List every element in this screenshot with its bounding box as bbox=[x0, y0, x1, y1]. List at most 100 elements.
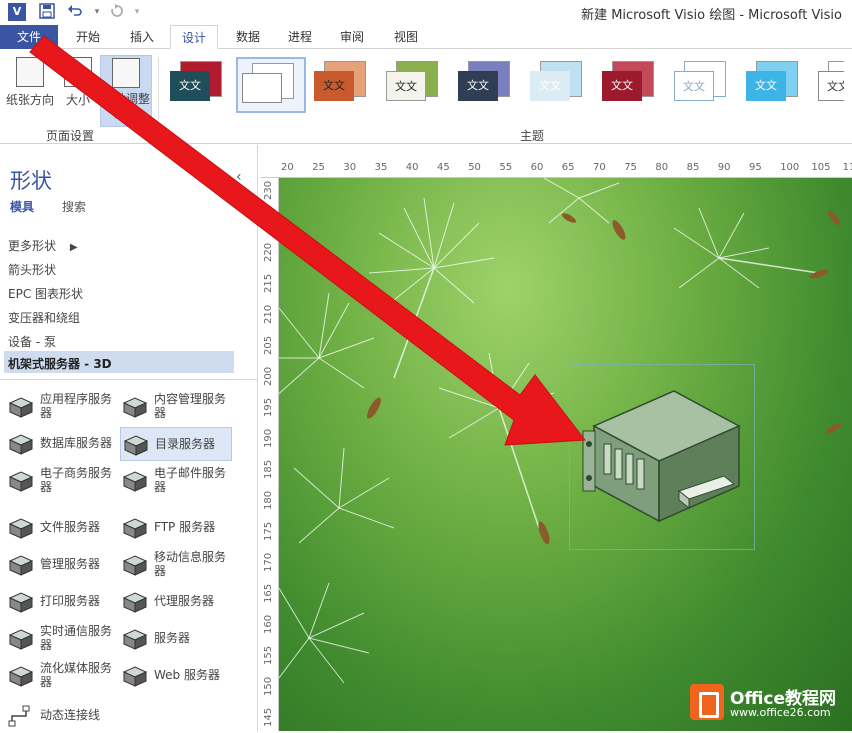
shape-label: FTP 服务器 bbox=[154, 520, 216, 534]
server-icon bbox=[8, 396, 34, 418]
theme-9[interactable]: 文文 bbox=[742, 57, 806, 113]
theme-7[interactable]: 文文 bbox=[598, 57, 662, 113]
ribbon-separator bbox=[158, 57, 159, 137]
shapes-panel: 形状 ‹ 模具 搜索 更多形状 ▶ 箭头形状 EPC 图表形状 变压器和绕组 设… bbox=[0, 145, 258, 731]
theme-5[interactable]: 文文 bbox=[454, 57, 518, 113]
ruler-tick-label: 45 bbox=[437, 162, 450, 173]
size-button[interactable]: 大小 bbox=[58, 55, 98, 119]
tab-search[interactable]: 搜索 bbox=[62, 198, 86, 215]
shape-label: 数据库服务器 bbox=[40, 436, 113, 450]
theme-1[interactable]: 文文 bbox=[166, 57, 230, 113]
shape-label: 文件服务器 bbox=[40, 520, 101, 534]
stencil-rack-servers-3d[interactable]: 机架式服务器 - 3D bbox=[8, 355, 112, 372]
theme-8[interactable]: 文文 bbox=[670, 57, 734, 113]
shape-proxy-server[interactable]: 代理服务器 bbox=[120, 585, 232, 619]
shape-dynamic-connector[interactable]: 动态连接线 bbox=[6, 699, 118, 733]
ruler-tick-label: 205 bbox=[263, 335, 274, 355]
shape-streaming-media-server[interactable]: 流化媒体服务器 bbox=[6, 659, 118, 693]
shape-application-server[interactable]: 应用程序服务器 bbox=[6, 390, 118, 424]
page-setup-group-label: 页面设置 bbox=[46, 129, 95, 143]
visio-app-icon[interactable]: V bbox=[8, 3, 26, 21]
tab-insert[interactable]: 插入 bbox=[120, 25, 164, 49]
ruler-tick-label: 210 bbox=[263, 304, 274, 324]
shape-management-server[interactable]: 管理服务器 bbox=[6, 548, 118, 582]
shape-realtime-comm-server[interactable]: 实时通信服务器 bbox=[6, 622, 118, 656]
tab-design[interactable]: 设计 bbox=[170, 25, 218, 49]
stencil-more-shapes[interactable]: 更多形状 ▶ bbox=[8, 237, 78, 254]
ruler-tick-label: 165 bbox=[263, 583, 274, 603]
tab-home[interactable]: 开始 bbox=[66, 25, 110, 49]
office-logo-icon bbox=[690, 684, 724, 720]
server-icon bbox=[8, 517, 34, 539]
page-setup-launcher-icon[interactable]: ◢ bbox=[142, 127, 150, 138]
theme-4[interactable]: 文文 bbox=[382, 57, 446, 113]
redo-dropdown-icon[interactable]: ▾ bbox=[128, 3, 146, 21]
office-watermark: Office教程网 www.office26.com bbox=[690, 682, 850, 728]
tab-process[interactable]: 进程 bbox=[278, 25, 322, 49]
stencil-arrows[interactable]: 箭头形状 bbox=[8, 261, 56, 278]
dandelion-background bbox=[279, 178, 842, 684]
rack-server-shape[interactable] bbox=[579, 386, 749, 526]
tab-stencils[interactable]: 模具 bbox=[10, 198, 34, 215]
auto-size-icon bbox=[112, 58, 140, 88]
vertical-ruler[interactable]: 230 225 220 215 210 205 200 195 190 185 180 175 170 1… bbox=[261, 178, 279, 731]
orientation-button[interactable]: 纸张方向 bbox=[4, 55, 56, 119]
shape-label: 打印服务器 bbox=[40, 594, 101, 608]
redo-icon[interactable] bbox=[108, 3, 126, 21]
ruler-tick-label: 170 bbox=[263, 552, 274, 572]
chevron-right-icon: ▶ bbox=[69, 242, 78, 253]
shape-label: 移动信息服务器 bbox=[154, 550, 227, 578]
server-icon bbox=[8, 554, 34, 576]
shape-server[interactable]: 服务器 bbox=[120, 622, 232, 656]
ruler-tick-label: 55 bbox=[499, 162, 513, 173]
server-icon bbox=[122, 517, 148, 539]
tab-data[interactable]: 数据 bbox=[226, 25, 270, 49]
ruler-tick-label: 75 bbox=[624, 162, 637, 173]
shape-print-server[interactable]: 打印服务器 bbox=[6, 585, 118, 619]
save-icon[interactable] bbox=[38, 3, 56, 21]
undo-dropdown-icon[interactable]: ▾ bbox=[88, 3, 106, 21]
orientation-icon bbox=[16, 57, 44, 87]
ruler-tick-label: 85 bbox=[686, 162, 700, 173]
server-icon bbox=[122, 665, 148, 687]
server-icon bbox=[8, 628, 34, 650]
shape-mobile-info-server[interactable]: 移动信息服务器 bbox=[120, 548, 232, 582]
theme-3[interactable]: 文文 bbox=[310, 57, 374, 113]
ribbon: 纸张方向 大小 自动调整大小 页面设置 ◢ 文文 文文 文文 文文 文文 文文 bbox=[0, 49, 852, 144]
ruler-tick-label: 40 bbox=[405, 162, 419, 173]
ruler-tick-label: 185 bbox=[263, 459, 274, 479]
stencil-pumps[interactable]: 设备 - 泵 bbox=[8, 333, 56, 350]
ruler-tick-label: 30 bbox=[343, 162, 357, 173]
theme-none[interactable] bbox=[236, 57, 306, 113]
drawing-canvas[interactable] bbox=[279, 178, 852, 731]
server-icon bbox=[8, 665, 34, 687]
tab-view[interactable]: 视图 bbox=[384, 25, 428, 49]
ruler-tick-label: 50 bbox=[468, 162, 481, 173]
tab-file[interactable]: 文件 bbox=[0, 25, 58, 49]
server-icon bbox=[122, 628, 148, 650]
shape-file-server[interactable]: 文件服务器 bbox=[6, 511, 118, 545]
watermark-url: www.office26.com bbox=[730, 706, 831, 719]
server-icon bbox=[122, 470, 148, 492]
shape-directory-server[interactable]: 目录服务器 bbox=[120, 427, 232, 461]
shape-database-server[interactable]: 数据库服务器 bbox=[6, 427, 118, 461]
stencil-epc[interactable]: EPC 图表形状 bbox=[8, 285, 83, 302]
tab-review[interactable]: 审阅 bbox=[330, 25, 374, 49]
horizontal-ruler[interactable]: 20 25 30 35 40 45 50 55 60 65 70 75 80 85 90 95 100 105 11… bbox=[261, 160, 852, 178]
ruler-tick-label: 225 bbox=[263, 211, 274, 231]
ruler-tick-label: 215 bbox=[263, 273, 274, 293]
shape-ftp-server[interactable]: FTP 服务器 bbox=[120, 511, 232, 545]
theme-6[interactable]: 文文 bbox=[526, 57, 590, 113]
theme-10[interactable]: 文文 bbox=[814, 57, 844, 113]
shape-web-server[interactable]: Web 服务器 bbox=[120, 659, 232, 693]
shape-ecommerce-server[interactable]: 电子商务服务器 bbox=[6, 464, 118, 498]
ruler-tick-label: 150 bbox=[263, 676, 274, 696]
stencil-transformers[interactable]: 变压器和绕组 bbox=[8, 309, 80, 326]
ruler-tick-label: 20 bbox=[281, 162, 294, 173]
undo-icon[interactable] bbox=[66, 3, 84, 21]
collapse-panel-icon[interactable]: ‹ bbox=[236, 169, 242, 185]
shape-email-server[interactable]: 电子邮件服务器 bbox=[120, 464, 232, 498]
server-icon bbox=[123, 434, 149, 456]
auto-size-button[interactable]: 自动调整大小 bbox=[100, 55, 152, 127]
shape-content-management-server[interactable]: 内容管理服务器 bbox=[120, 390, 232, 424]
